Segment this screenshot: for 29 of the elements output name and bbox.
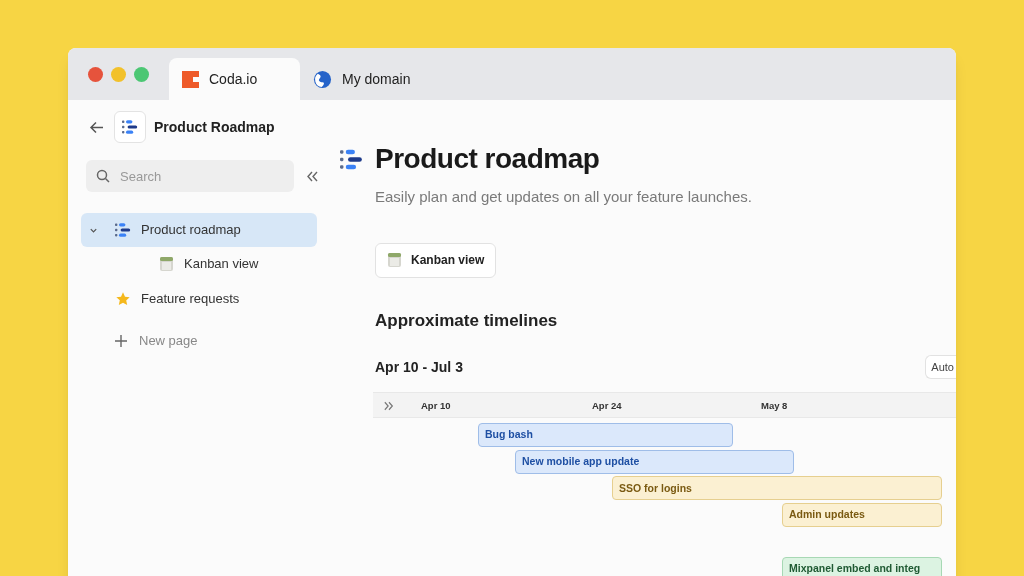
mode-button[interactable]: Auto — [925, 355, 956, 379]
collapse-icon[interactable] — [306, 170, 318, 182]
globe-icon — [313, 69, 332, 89]
timeline-bar[interactable]: New mobile app update — [515, 449, 794, 474]
star-icon — [115, 291, 131, 307]
sidebar-item[interactable]: Product roadmap — [81, 213, 317, 247]
view-button[interactable]: Kanban view — [375, 242, 497, 278]
roadmap-icon — [340, 147, 363, 171]
browser-tab[interactable]: My domain — [300, 58, 431, 100]
timeline-bar[interactable]: Mixpanel embed and integ — [782, 556, 942, 576]
search-icon — [96, 169, 110, 183]
plus-icon — [115, 335, 127, 347]
timeline-bar[interactable]: SSO for logins — [612, 476, 942, 501]
sidebar-item[interactable]: Feature requests — [81, 282, 317, 316]
roadmap-icon — [122, 119, 138, 135]
search-field[interactable]: Search — [86, 160, 294, 192]
browser-window: Coda.io My domain Product Roadmap Search Product roadmap Kanban view Feature requests New page Product roadmap Easily plan and get updates on all your feature launches. Kanban view Approximate timelines Apr 10 - Jul 3 Auto Apr 10 Apr 24 May 8 Bug bash New mobile app update SSO for logins Admin updates Mixpanel embed and integ — [68, 48, 956, 576]
timeline-bar[interactable]: Bug bash — [478, 423, 733, 447]
notebook-icon — [387, 252, 402, 268]
expand-icon[interactable] — [384, 401, 394, 411]
notebook-icon — [159, 256, 174, 272]
back-arrow-icon[interactable] — [89, 120, 104, 134]
sidebar-item[interactable]: Kanban view — [81, 247, 317, 281]
timeline-bar[interactable]: Admin updates — [782, 503, 942, 528]
browser-tab[interactable]: Coda.io — [169, 58, 300, 100]
timeline-header: Apr 10 Apr 24 May 8 — [373, 392, 956, 418]
logo-icon — [182, 70, 199, 88]
roadmap-icon — [115, 222, 131, 238]
new-page-button[interactable]: New page — [81, 324, 261, 358]
